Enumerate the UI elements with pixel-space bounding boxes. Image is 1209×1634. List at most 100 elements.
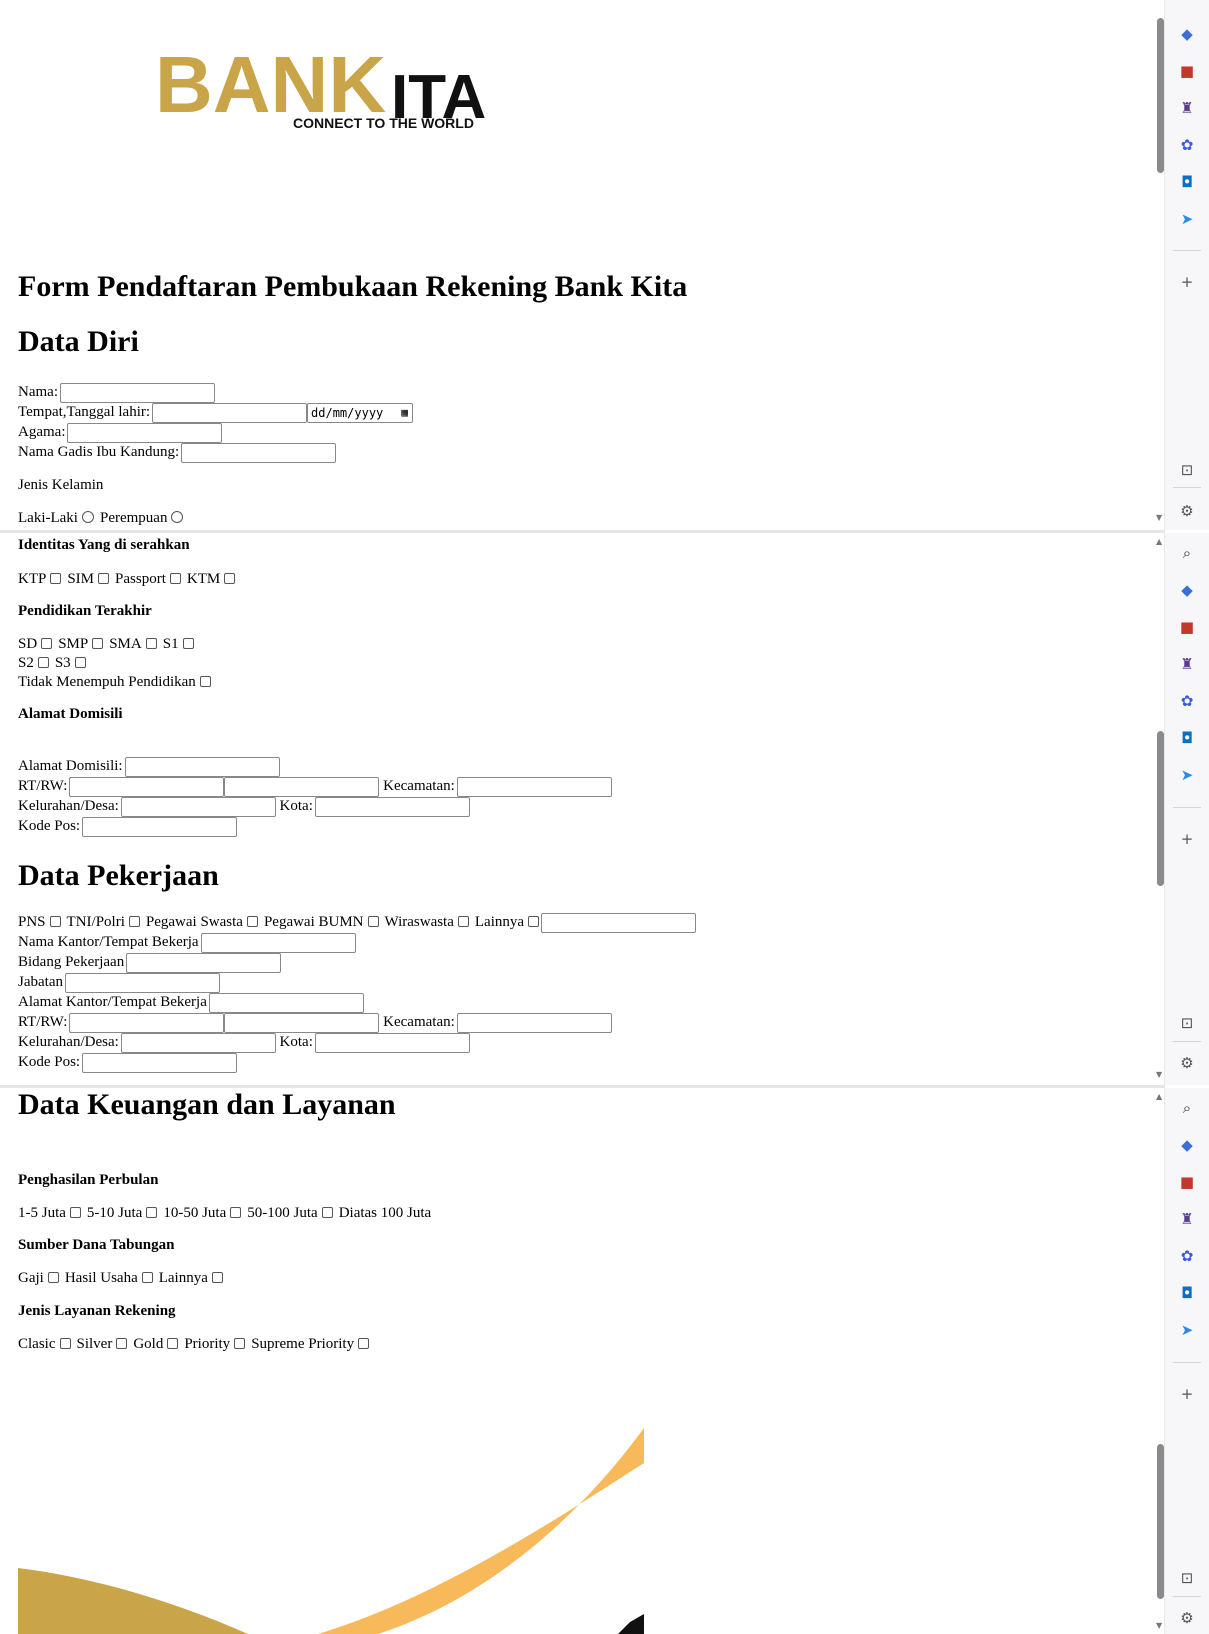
copilot-icon[interactable]: ✿ [1177, 1246, 1197, 1266]
tempat-lahir-input[interactable] [152, 402, 308, 423]
checkbox-1-5-juta[interactable] [69, 1207, 81, 1218]
checkbox-ktm[interactable] [224, 573, 236, 584]
scroll-down-arrow[interactable]: ▼ [1156, 1621, 1162, 1630]
add-icon[interactable]: + [1177, 272, 1197, 292]
scrollbar-thumb[interactable] [1157, 731, 1164, 886]
tag-icon[interactable]: ◆ [1177, 580, 1197, 600]
checkbox-smp[interactable] [92, 638, 104, 649]
search-icon[interactable]: ⌕ [1177, 543, 1197, 563]
checkbox-supreme-priority[interactable] [358, 1338, 370, 1349]
jabatan-input[interactable] [64, 972, 220, 993]
checkbox-sim[interactable] [98, 573, 110, 584]
checkbox-s3[interactable] [74, 657, 86, 668]
gear-icon[interactable]: ⚙ [1177, 1608, 1197, 1628]
toolbox-icon[interactable]: ■ [1177, 61, 1197, 81]
screenshot-icon[interactable]: ⊡ [1177, 1013, 1197, 1033]
bidang-input[interactable] [126, 952, 282, 973]
alamat-kantor-input[interactable] [208, 992, 364, 1013]
checkbox-gaji[interactable] [47, 1272, 59, 1283]
checkbox-tni[interactable] [128, 916, 140, 927]
checkbox-sumber-lainnya[interactable] [211, 1272, 223, 1283]
toolbox-icon[interactable]: ■ [1177, 617, 1197, 637]
checkbox-ktp[interactable] [50, 573, 62, 584]
chess-icon[interactable]: ♜ [1177, 98, 1197, 118]
nama-gadis-ibu-input[interactable] [181, 442, 337, 463]
tag-icon[interactable]: ◆ [1177, 1135, 1197, 1155]
kantor-kota-input[interactable] [314, 1032, 470, 1053]
add-icon[interactable]: + [1177, 829, 1197, 849]
alamat-domisili-input[interactable] [124, 756, 280, 777]
radio-laki-laki[interactable] [81, 511, 94, 523]
scroll-down-arrow[interactable]: ▼ [1156, 1070, 1162, 1079]
clasic-label: Clasic [18, 1336, 56, 1352]
checkbox-s2[interactable] [37, 657, 49, 668]
checkbox-clasic[interactable] [59, 1338, 71, 1349]
scrollbar[interactable]: ▲ ▼ [1151, 533, 1164, 1085]
kantor-kelurahan-input[interactable] [120, 1032, 276, 1053]
scroll-down-arrow[interactable]: ▼ [1156, 513, 1162, 522]
chess-icon[interactable]: ♜ [1177, 1209, 1197, 1229]
kota-input[interactable] [314, 796, 470, 817]
scrollbar[interactable]: ▼ [1151, 0, 1164, 530]
kantor-rt-input[interactable] [69, 1012, 225, 1033]
calendar-icon[interactable]: ▦ [401, 404, 408, 422]
agama-input[interactable] [67, 422, 223, 443]
kantor-kodepos-input[interactable] [82, 1052, 238, 1073]
send-icon[interactable]: ➤ [1177, 765, 1197, 785]
scrollbar[interactable]: ▲ ▼ [1151, 1088, 1164, 1634]
checkbox-5-10-juta[interactable] [146, 1207, 158, 1218]
nama-kantor-input[interactable] [200, 932, 356, 953]
scroll-up-arrow[interactable]: ▲ [1156, 1092, 1162, 1101]
gear-icon[interactable]: ⚙ [1177, 501, 1197, 521]
kodepos-input[interactable] [82, 816, 238, 837]
kecamatan-input[interactable] [456, 776, 612, 797]
checkbox-hasil-usaha[interactable] [141, 1272, 153, 1283]
toolbox-icon[interactable]: ■ [1177, 1172, 1197, 1192]
s2-label: S2 [18, 655, 34, 671]
swasta-label: Pegawai Swasta [145, 914, 243, 930]
add-icon[interactable]: + [1177, 1384, 1197, 1404]
checkbox-wiraswasta[interactable] [457, 916, 469, 927]
checkbox-pns[interactable] [49, 916, 61, 927]
tag-icon[interactable]: ◆ [1177, 24, 1197, 44]
checkbox-10-50-juta[interactable] [230, 1207, 242, 1218]
copilot-icon[interactable]: ✿ [1177, 691, 1197, 711]
checkbox-lainnya[interactable] [528, 916, 540, 927]
checkbox-silver[interactable] [116, 1338, 128, 1349]
nama-input[interactable] [59, 382, 215, 403]
rw-input[interactable] [224, 776, 380, 797]
outlook-icon[interactable]: ◘ [1177, 172, 1197, 192]
checkbox-gold[interactable] [167, 1338, 179, 1349]
chess-icon[interactable]: ♜ [1177, 654, 1197, 674]
checkbox-priority[interactable] [234, 1338, 246, 1349]
checkbox-50-100-juta[interactable] [321, 1207, 333, 1218]
gear-icon[interactable]: ⚙ [1177, 1053, 1197, 1073]
data-keuangan-heading: Data Keuangan dan Layanan [18, 1088, 396, 1121]
sidebar-divider [1173, 1362, 1201, 1363]
tanggal-lahir-date-input[interactable]: dd/mm/yyyy ▦ [307, 402, 414, 423]
checkbox-sma[interactable] [145, 638, 157, 649]
send-icon[interactable]: ➤ [1177, 1320, 1197, 1340]
outlook-icon[interactable]: ◘ [1177, 1283, 1197, 1303]
outlook-icon[interactable]: ◘ [1177, 728, 1197, 748]
copilot-icon[interactable]: ✿ [1177, 135, 1197, 155]
checkbox-bumn[interactable] [367, 916, 379, 927]
checkbox-s1[interactable] [182, 638, 194, 649]
rt-input[interactable] [69, 776, 225, 797]
screenshot-icon[interactable]: ⊡ [1177, 1568, 1197, 1588]
scroll-up-arrow[interactable]: ▲ [1156, 537, 1162, 546]
kantor-kecamatan-input[interactable] [456, 1012, 612, 1033]
search-icon[interactable]: ⌕ [1177, 1098, 1197, 1118]
lainnya-input[interactable] [541, 912, 697, 933]
checkbox-passport[interactable] [169, 573, 181, 584]
checkbox-sd[interactable] [41, 638, 53, 649]
kelurahan-input[interactable] [120, 796, 276, 817]
scrollbar-thumb[interactable] [1157, 18, 1164, 173]
radio-perempuan[interactable] [171, 511, 184, 523]
scrollbar-thumb[interactable] [1157, 1444, 1164, 1599]
checkbox-swasta[interactable] [246, 916, 258, 927]
screenshot-icon[interactable]: ⊡ [1177, 460, 1197, 480]
kantor-rw-input[interactable] [224, 1012, 380, 1033]
send-icon[interactable]: ➤ [1177, 209, 1197, 229]
checkbox-tidak-menempuh[interactable] [199, 676, 211, 687]
